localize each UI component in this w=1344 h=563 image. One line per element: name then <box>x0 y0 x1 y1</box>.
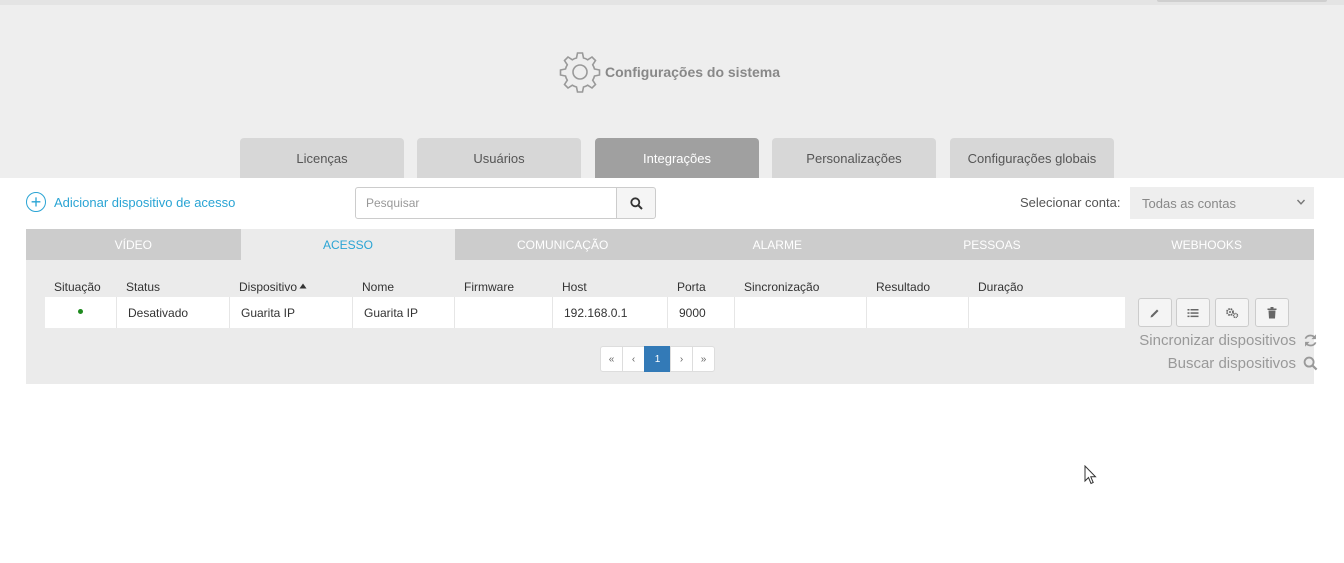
cell-porta: 9000 <box>667 297 734 328</box>
list-icon <box>1187 308 1199 317</box>
column-header-dispositivo[interactable]: Dispositivo <box>239 280 307 294</box>
account-select-value: Todas as contas <box>1142 195 1236 211</box>
column-header-firmware[interactable]: Firmware <box>464 280 514 294</box>
sort-asc-icon <box>299 283 307 289</box>
cell-firmware <box>454 297 552 328</box>
devices-panel: VÍDEO ACESSO COMUNICAÇÃO ALARME PESSOAS … <box>26 229 1314 384</box>
subtab-webhooks[interactable]: WEBHOOKS <box>1099 229 1314 260</box>
tab-integracoes[interactable]: Integrações <box>595 138 759 178</box>
refresh-icon <box>1304 334 1317 347</box>
mouse-cursor-icon <box>1084 465 1097 485</box>
page-1-button[interactable]: 1 <box>644 346 671 372</box>
device-type-tabs: VÍDEO ACESSO COMUNICAÇÃO ALARME PESSOAS … <box>26 229 1314 260</box>
page-first-button[interactable]: « <box>600 346 623 372</box>
tab-personalizacoes[interactable]: Personalizações <box>772 138 936 178</box>
cell-dispositivo: Guarita IP <box>229 297 352 328</box>
search-icon <box>629 196 643 210</box>
pencil-icon <box>1150 309 1159 317</box>
subtab-acesso[interactable]: ACESSO <box>240 229 456 260</box>
top-bar-edge <box>1157 0 1327 2</box>
subtab-pessoas[interactable]: PESSOAS <box>885 229 1100 260</box>
trash-icon <box>1267 306 1277 318</box>
cell-duracao <box>968 297 1125 328</box>
device-settings-button[interactable] <box>1215 298 1249 327</box>
status-dot <box>78 308 83 314</box>
column-header-dispositivo-label: Dispositivo <box>239 280 298 294</box>
cell-nome: Guarita IP <box>352 297 454 328</box>
search-devices-link[interactable]: Buscar dispositivos <box>1168 355 1318 372</box>
column-header-nome[interactable]: Nome <box>362 280 394 294</box>
subtab-alarme[interactable]: ALARME <box>670 229 885 260</box>
column-header-status[interactable]: Status <box>126 280 160 294</box>
account-select-label: Selecionar conta: <box>1020 195 1121 210</box>
search-devices-label: Buscar dispositivos <box>1167 355 1296 372</box>
page-prev-button[interactable]: ‹ <box>622 346 645 372</box>
tab-usuarios[interactable]: Usuários <box>417 138 581 178</box>
column-header-situacao[interactable]: Situação <box>54 280 101 294</box>
cell-sincronizacao <box>734 297 866 328</box>
subtab-video[interactable]: VÍDEO <box>26 229 241 260</box>
table-row[interactable]: Desativado Guarita IP Guarita IP 192.168… <box>45 297 1125 328</box>
gear-icon <box>559 52 601 93</box>
cell-host: 192.168.0.1 <box>552 297 667 328</box>
edit-device-button[interactable] <box>1138 298 1172 327</box>
search-icon <box>1303 356 1318 371</box>
account-select[interactable]: Todas as contas <box>1130 187 1314 219</box>
column-header-porta[interactable]: Porta <box>677 280 706 294</box>
page-next-button[interactable]: › <box>670 346 693 372</box>
page-title: Configurações do sistema <box>558 50 780 94</box>
page-title-text: Configurações do sistema <box>605 64 781 80</box>
column-header-resultado[interactable]: Resultado <box>876 280 930 294</box>
chevron-down-icon <box>1296 199 1306 205</box>
sync-devices-link[interactable]: Sincronizar dispositivos <box>1139 332 1318 349</box>
pagination: « ‹ 1 › » <box>600 346 715 372</box>
delete-device-button[interactable] <box>1255 298 1289 327</box>
cell-resultado <box>866 297 968 328</box>
cogs-icon <box>1226 307 1239 318</box>
add-access-device-link[interactable]: + Adicionar dispositivo de acesso <box>26 192 235 212</box>
subtab-comunicacao[interactable]: COMUNICAÇÃO <box>455 229 670 260</box>
column-header-duracao[interactable]: Duração <box>978 280 1023 294</box>
cell-status: Desativado <box>116 297 229 328</box>
search-input[interactable] <box>355 187 617 219</box>
cell-situacao <box>45 297 116 328</box>
column-header-sincronizacao[interactable]: Sincronização <box>744 280 819 294</box>
sync-devices-label: Sincronizar dispositivos <box>1139 332 1296 349</box>
add-access-device-label: Adicionar dispositivo de acesso <box>54 194 236 210</box>
tab-licencas[interactable]: Licenças <box>240 138 404 178</box>
plus-circle-icon: + <box>26 192 46 212</box>
search-button[interactable] <box>616 187 656 219</box>
list-device-button[interactable] <box>1176 298 1210 327</box>
tab-configuracoes-globais[interactable]: Configurações globais <box>950 138 1114 178</box>
column-header-host[interactable]: Host <box>562 280 587 294</box>
page-last-button[interactable]: » <box>692 346 715 372</box>
